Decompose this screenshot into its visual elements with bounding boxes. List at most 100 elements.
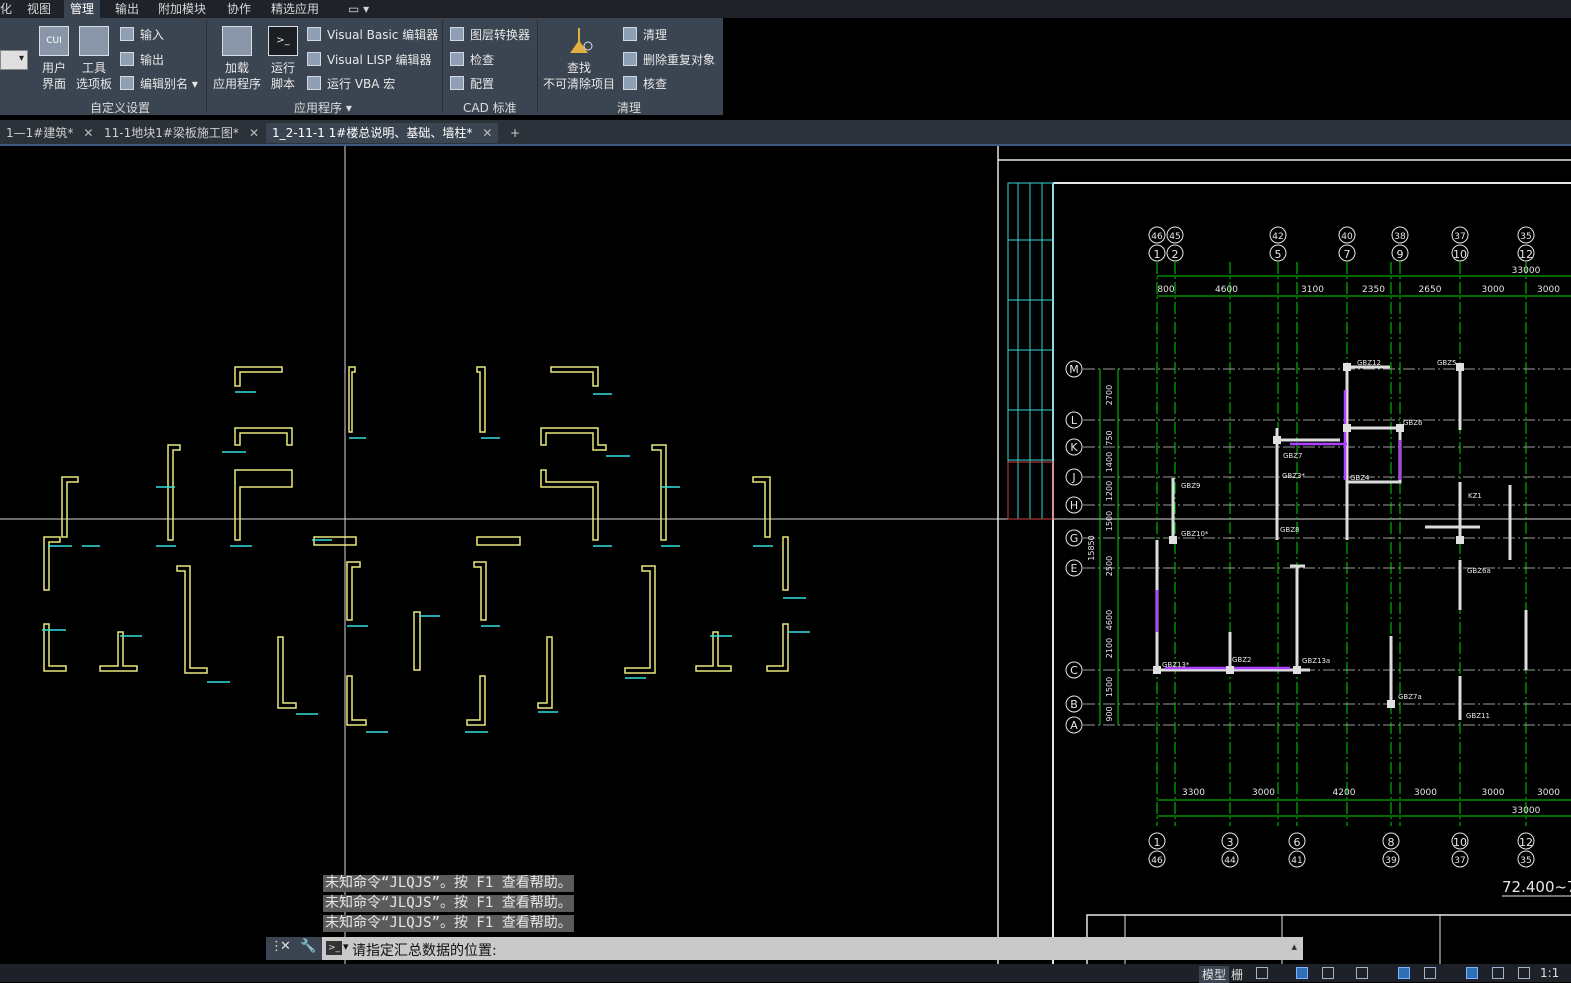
- column-label: GBZ10*: [1181, 530, 1209, 538]
- axis-bubble-label: 12: [1519, 836, 1533, 849]
- partial-dropdown[interactable]: ▾: [0, 50, 28, 70]
- column-label: GBZ2: [1232, 656, 1251, 664]
- load-application-button[interactable]: 加载 应用程序: [210, 26, 264, 92]
- edit-alias-icon: [120, 76, 134, 90]
- osnap-icon[interactable]: [1356, 967, 1368, 979]
- configure-standards-button[interactable]: 配置: [450, 75, 494, 92]
- axis-bubble-label: 8: [1388, 836, 1395, 849]
- export-button[interactable]: 输出: [120, 51, 164, 68]
- ribbon-options-dropdown[interactable]: ▭ ▾: [348, 0, 369, 18]
- dimension-text: 3000: [1482, 788, 1505, 798]
- axis-bubble-label: 46: [1151, 856, 1163, 866]
- layer-translator-button[interactable]: 图层转换器: [450, 26, 530, 43]
- column-label: GBZ9: [1181, 482, 1200, 490]
- grid-toggle[interactable]: 栅: [1231, 966, 1243, 983]
- snap-icon[interactable]: [1256, 967, 1268, 979]
- annotation-visibility-icon[interactable]: [1466, 967, 1478, 979]
- column-marker: [1456, 363, 1464, 371]
- axis-bubble-label: 2: [1172, 248, 1179, 261]
- scale-readout[interactable]: 1:1: [1540, 966, 1559, 980]
- dimension-text: 3000: [1252, 788, 1275, 798]
- tab-view[interactable]: 视图: [27, 0, 51, 18]
- command-line[interactable]: ⋮ ✕ 🔧 >_ ▾ 请指定汇总数据的位置: ▴: [266, 937, 1303, 960]
- selection-cycle-icon[interactable]: [1424, 967, 1436, 979]
- axis-bubble-label: 1: [1154, 836, 1161, 849]
- command-line-controls: ⋮ ✕ 🔧: [266, 937, 322, 960]
- run-vba-macro-button[interactable]: 运行 VBA 宏: [307, 75, 395, 92]
- close-icon[interactable]: ✕: [280, 939, 291, 954]
- vba-editor-button[interactable]: Visual Basic 编辑器: [307, 26, 438, 43]
- chevron-up-icon[interactable]: ▴: [1291, 940, 1297, 953]
- apps-panel-label[interactable]: 应用程序 ▾: [294, 99, 352, 116]
- dimension-text: 900: [1105, 706, 1114, 721]
- column-label: GBZ7: [1283, 452, 1302, 460]
- axis-bubble-label: 41: [1291, 856, 1302, 866]
- dimension-text: 3000: [1482, 285, 1505, 295]
- check-icon: [450, 52, 464, 66]
- user-interface-button[interactable]: CUI 用户 界面: [36, 26, 72, 92]
- drawing-canvas[interactable]: 800 4600 3100 2350 2650 3000 3000330003300 3000…: [0, 146, 1571, 964]
- ribbon-panel-area: ▾ CUI 用户 界面 工具 选项板 输入 输出 编辑别名 ▾ 自定义设置 加载 应用…: [0, 18, 723, 115]
- column-label: GBZ13a: [1302, 657, 1330, 665]
- edit-alias-button[interactable]: 编辑别名 ▾: [120, 75, 198, 92]
- model-space-button[interactable]: 模型: [1199, 966, 1230, 983]
- check-standards-button[interactable]: 检查: [450, 51, 494, 68]
- tab-featured-apps[interactable]: 精选应用: [271, 0, 319, 18]
- panel-divider: [206, 20, 207, 112]
- annotation-scale-icon[interactable]: [1518, 967, 1530, 979]
- command-prompt[interactable]: 请指定汇总数据的位置:: [352, 940, 497, 960]
- auto-scale-icon[interactable]: [1492, 967, 1504, 979]
- close-icon[interactable]: ✕: [249, 126, 259, 140]
- lisp-editor-button[interactable]: Visual LISP 编辑器: [307, 51, 432, 68]
- close-icon[interactable]: ✕: [83, 126, 93, 140]
- dimension-text: 33000: [1512, 806, 1541, 816]
- tab-output[interactable]: 输出: [115, 0, 139, 18]
- doc-tab[interactable]: 11-1地块1#梁板施工图* ✕: [98, 123, 265, 143]
- doc-tab-active[interactable]: 1_2-11-1 1#楼总说明、基础、墙柱* ✕: [266, 123, 499, 143]
- tool-palette-button[interactable]: 工具 选项板: [74, 26, 114, 92]
- find-nonpurgeable-button[interactable]: 查找 不可清除项目: [541, 26, 617, 92]
- dimension-text: 33000: [1512, 266, 1541, 276]
- column-label: GBZ13*: [1162, 661, 1190, 669]
- panel-divider: [537, 20, 538, 112]
- axis-bubble-label: C: [1070, 664, 1078, 677]
- column-label: GBZ6a: [1467, 567, 1491, 575]
- dimension-text: 1500: [1105, 511, 1114, 531]
- axis-bubble-label: 39: [1385, 856, 1397, 866]
- ortho-icon[interactable]: [1296, 967, 1308, 979]
- axis-bubble-label: 5: [1275, 248, 1282, 261]
- column-label: GBZ7a: [1398, 693, 1422, 701]
- axis-bubble-label: 35: [1520, 232, 1531, 242]
- tab-manage[interactable]: 管理: [64, 0, 101, 18]
- wrench-icon[interactable]: 🔧: [300, 939, 316, 954]
- chevron-down-icon[interactable]: ▾: [343, 940, 349, 953]
- axis-bubble-label: 46: [1151, 232, 1163, 242]
- run-script-button[interactable]: >_ 运行 脚本: [266, 26, 300, 92]
- tab-partial[interactable]: 化: [0, 0, 12, 18]
- polar-icon[interactable]: [1322, 967, 1334, 979]
- axis-bubble-label: 44: [1224, 856, 1236, 866]
- purge-button[interactable]: 清理: [623, 26, 667, 43]
- import-button[interactable]: 输入: [120, 26, 164, 43]
- tab-collaborate[interactable]: 协作: [227, 0, 251, 18]
- tab-addins[interactable]: 附加模块: [158, 0, 206, 18]
- audit-icon: [623, 76, 637, 90]
- close-icon[interactable]: ✕: [482, 126, 492, 140]
- audit-button[interactable]: 核查: [623, 75, 667, 92]
- lineweight-icon[interactable]: [1398, 967, 1410, 979]
- dimension-text: 3300: [1182, 788, 1205, 798]
- dimension-text: 800: [1157, 285, 1174, 295]
- axis-bubble-label: 3: [1227, 836, 1234, 849]
- terminal-icon[interactable]: >_: [326, 941, 342, 955]
- overkill-icon: [623, 52, 637, 66]
- elevation-label: 72.400~7: [1502, 878, 1571, 896]
- dimension-text: 4600: [1105, 610, 1114, 630]
- doc-tab[interactable]: 1—1#建筑* ✕: [0, 123, 99, 143]
- new-tab-button[interactable]: +: [504, 123, 526, 143]
- axis-bubble-label: 37: [1454, 856, 1465, 866]
- axis-bubble-label: 38: [1394, 232, 1406, 242]
- tool-palette-icon: [79, 26, 109, 56]
- dimension-text: 2500: [1105, 556, 1114, 576]
- overkill-button[interactable]: 删除重复对象: [623, 51, 715, 68]
- document-tab-bar: 1—1#建筑* ✕ 11-1地块1#梁板施工图* ✕ 1_2-11-1 1#楼总说明…: [0, 120, 1571, 146]
